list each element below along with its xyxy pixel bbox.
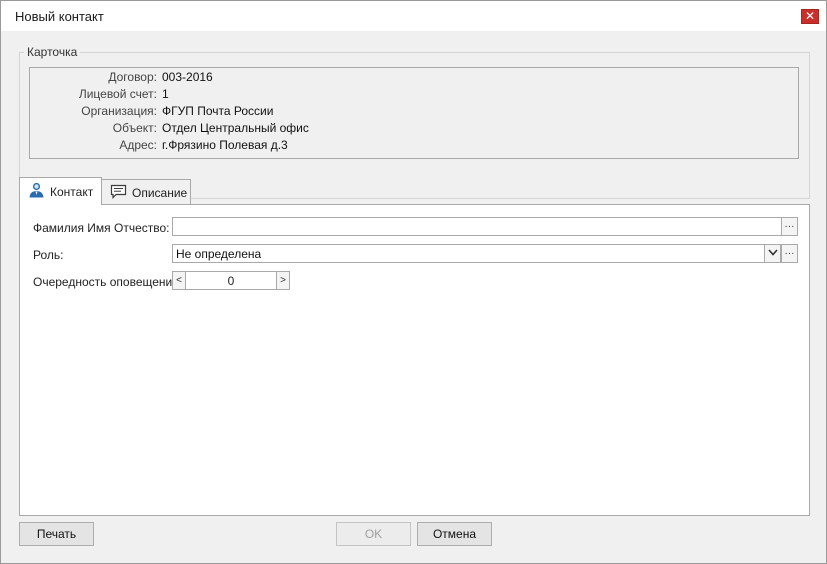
contract-label: Договор: — [108, 70, 157, 84]
info-row-address: Адрес: г.Фрязино Полевая д.3 — [30, 138, 798, 154]
account-label: Лицевой счет: — [78, 87, 157, 101]
title-bar[interactable]: Новый контакт ✕ — [1, 1, 826, 31]
order-increment-button[interactable]: > — [276, 271, 290, 290]
role-label: Роль: — [33, 248, 64, 262]
tab-description[interactable]: Описание — [101, 179, 191, 205]
window-title: Новый контакт — [15, 9, 104, 24]
info-row-contract: Договор: 003-2016 — [30, 70, 798, 86]
info-row-account: Лицевой счет: 1 — [30, 87, 798, 103]
ok-button[interactable]: OK — [336, 522, 411, 546]
card-legend: Карточка — [24, 45, 81, 59]
cancel-button[interactable]: Отмена — [417, 522, 492, 546]
close-button[interactable]: ✕ — [801, 9, 819, 24]
print-button-label: Печать — [36, 527, 77, 541]
info-row-organization: Организация: ФГУП Почта России — [30, 104, 798, 120]
order-decrement-button[interactable]: < — [172, 271, 186, 290]
card-groupbox: Карточка Договор: 003-2016 Лицевой счет:… — [19, 45, 810, 199]
cancel-button-label: Отмена — [432, 527, 477, 541]
chevron-down-icon — [767, 248, 778, 259]
order-stepper[interactable]: < 0 > — [172, 271, 290, 290]
info-row-object: Объект: Отдел Центральный офис — [30, 121, 798, 137]
account-value: 1 — [162, 87, 169, 101]
ellipsis-icon: ··· — [784, 221, 795, 232]
contract-value: 003-2016 — [162, 70, 213, 84]
role-select[interactable]: Не определена — [172, 244, 765, 263]
fio-input[interactable] — [172, 217, 782, 236]
print-button[interactable]: Печать — [19, 522, 94, 546]
contact-tab-panel: Фамилия Имя Отчество: ··· Роль: Не опред… — [19, 204, 810, 516]
dialog-client-area: Карточка Договор: 003-2016 Лицевой счет:… — [1, 31, 826, 563]
card-info-box: Договор: 003-2016 Лицевой счет: 1 Органи… — [29, 67, 799, 159]
fio-ellipsis-button[interactable]: ··· — [781, 217, 798, 236]
role-value: Не определена — [176, 247, 262, 261]
object-label: Объект: — [112, 121, 157, 135]
object-value: Отдел Центральный офис — [162, 121, 309, 135]
address-value: г.Фрязино Полевая д.3 — [162, 138, 288, 152]
organization-value: ФГУП Почта России — [162, 104, 274, 118]
ellipsis-icon: ··· — [784, 248, 795, 259]
fio-label: Фамилия Имя Отчество: — [33, 221, 170, 235]
role-dropdown-button[interactable] — [764, 244, 781, 263]
ok-button-label: OK — [364, 527, 383, 541]
organization-label: Организация: — [81, 104, 157, 118]
order-value: 0 — [227, 274, 235, 288]
tab-description-label: Описание — [132, 185, 188, 200]
chevron-right-icon: > — [280, 275, 286, 286]
close-icon: ✕ — [804, 9, 816, 23]
tab-contact-label: Контакт — [50, 184, 94, 199]
address-label: Адрес: — [119, 138, 157, 152]
tab-contact[interactable]: Контакт — [19, 177, 102, 205]
order-label: Очередность оповещения: — [33, 275, 183, 289]
role-ellipsis-button[interactable]: ··· — [781, 244, 798, 263]
person-icon — [28, 182, 45, 201]
dialog-window: Новый контакт ✕ Карточка Договор: 003-20… — [0, 0, 827, 564]
speech-bubble-icon — [110, 184, 127, 202]
chevron-left-icon: < — [176, 275, 182, 286]
